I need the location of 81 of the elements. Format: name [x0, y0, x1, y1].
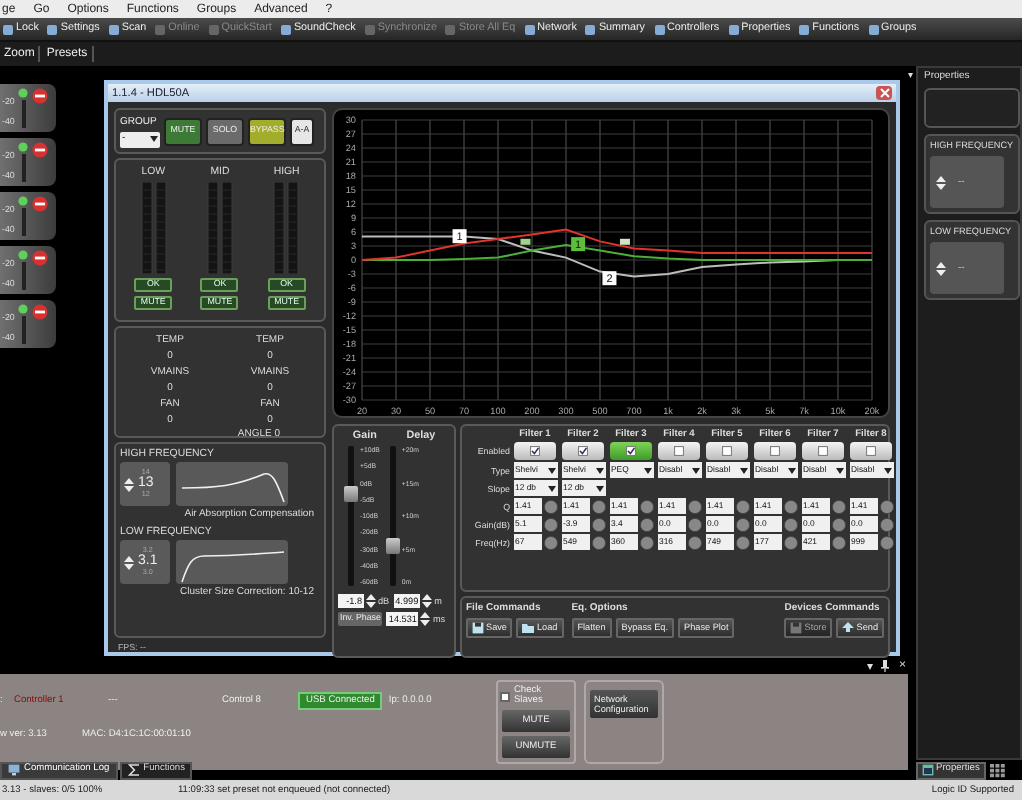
square-icon [444, 23, 457, 35]
square-icon [2, 23, 14, 35]
caret-icon [739, 467, 747, 473]
square-icon [207, 23, 220, 35]
pin-icon [880, 659, 891, 671]
square-icon [279, 23, 292, 35]
close-button[interactable] [876, 86, 892, 100]
spin-icon [420, 612, 431, 626]
square-icon [363, 23, 376, 35]
close-icon [879, 88, 889, 98]
spin-icon [422, 594, 433, 608]
checkbox-icon [530, 446, 540, 456]
checkbox-icon [770, 446, 780, 456]
caret-icon [547, 485, 555, 491]
minus-icon [32, 304, 49, 320]
enable-checkbox[interactable] [706, 442, 748, 460]
square-icon [154, 23, 167, 35]
curve-drawing [176, 540, 288, 584]
led-icon [18, 88, 29, 98]
checkbox-icon [626, 446, 636, 456]
enable-checkbox[interactable] [802, 442, 844, 460]
delay-slider[interactable] [389, 446, 396, 586]
enable-checkbox[interactable] [658, 442, 700, 460]
slider-thumb[interactable] [385, 537, 400, 554]
checkbox-icon [866, 446, 876, 456]
checkbox-icon [818, 446, 828, 456]
square-icon [798, 23, 811, 35]
gain-slider[interactable] [348, 446, 354, 586]
caret-icon [787, 467, 795, 473]
checkbox[interactable] [500, 691, 510, 701]
square-icon [523, 23, 536, 35]
minus-icon [32, 250, 49, 266]
caret-icon [595, 485, 603, 491]
led-icon [18, 142, 29, 152]
square-icon [653, 23, 666, 35]
checkbox-icon [578, 446, 588, 456]
caret-icon [595, 467, 603, 473]
caret-icon [883, 467, 891, 473]
square-icon [46, 23, 59, 35]
spin-icon [366, 594, 376, 608]
spin-icon [936, 175, 946, 189]
caret-icon [643, 467, 651, 473]
led-icon [18, 196, 29, 206]
caret-icon [691, 467, 699, 473]
minus-icon [32, 196, 49, 212]
window-icon [922, 764, 934, 776]
enable-checkbox[interactable] [514, 442, 556, 460]
checkbox-icon [722, 446, 732, 456]
enable-checkbox[interactable] [610, 442, 652, 460]
enable-checkbox[interactable] [562, 442, 604, 460]
square-icon [107, 23, 120, 35]
caret-icon [150, 136, 158, 142]
spin-icon [124, 555, 134, 569]
grid-icon [989, 763, 1006, 777]
slider-thumb[interactable] [344, 485, 358, 502]
handle-marker [520, 238, 531, 245]
minus-icon [32, 88, 49, 104]
spin-icon [124, 477, 134, 491]
meter-drawing [205, 182, 234, 274]
square-icon [727, 23, 740, 35]
checkbox-icon [674, 446, 684, 456]
spin-icon [936, 261, 946, 275]
sigma-icon [127, 764, 140, 776]
square-icon [867, 23, 880, 35]
led-icon [18, 250, 29, 260]
floppy-icon [472, 622, 484, 634]
caret-icon [835, 467, 843, 473]
enable-checkbox[interactable] [754, 442, 796, 460]
upload-icon [842, 622, 855, 634]
square-icon [584, 23, 597, 35]
meter-drawing [139, 182, 168, 274]
enable-checkbox[interactable] [850, 442, 892, 460]
minus-icon [32, 142, 49, 158]
meter-drawing [272, 182, 301, 274]
folder-icon [522, 622, 535, 634]
led-icon [18, 304, 29, 314]
caret-icon [547, 467, 555, 473]
monitor-icon [8, 764, 20, 776]
curve-drawing [176, 462, 288, 506]
handle-marker [619, 238, 630, 245]
floppy-icon [790, 622, 803, 634]
